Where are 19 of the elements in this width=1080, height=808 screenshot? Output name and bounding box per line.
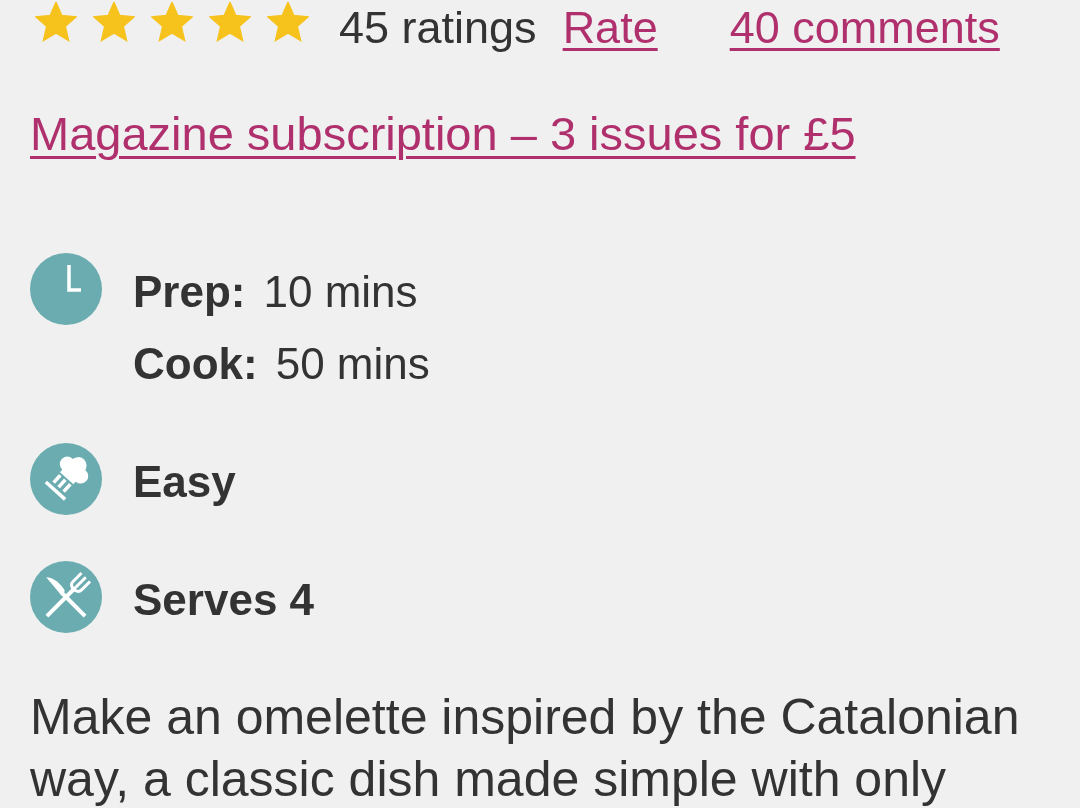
star-icon [209, 2, 251, 42]
star-icon [35, 2, 77, 42]
star-icon [151, 2, 193, 42]
detail-label: Cook: [133, 338, 258, 390]
description-text: Make an omelette inspired by the Catalonian way, a classic dish made simple with only [30, 688, 1021, 808]
subscription-link[interactable]: Magazine subscription – 3 issues for £5 [30, 107, 856, 160]
chef-hat-icon [30, 443, 102, 515]
star-icon [267, 2, 309, 42]
servings-text: Serves 4 [133, 574, 315, 626]
comments-link[interactable]: 40 comments [729, 5, 1000, 50]
fork-and-knife-icon [30, 561, 102, 633]
clock-icon [30, 253, 102, 325]
star-icon [93, 2, 135, 42]
detail-value: 50 mins [275, 338, 430, 390]
detail-label: Prep: [133, 266, 246, 318]
detail-value: 10 mins [263, 266, 418, 318]
ratings-count: 45 ratings [339, 5, 537, 50]
difficulty-text: Easy [133, 456, 236, 508]
rate-link[interactable]: Rate [562, 5, 658, 50]
